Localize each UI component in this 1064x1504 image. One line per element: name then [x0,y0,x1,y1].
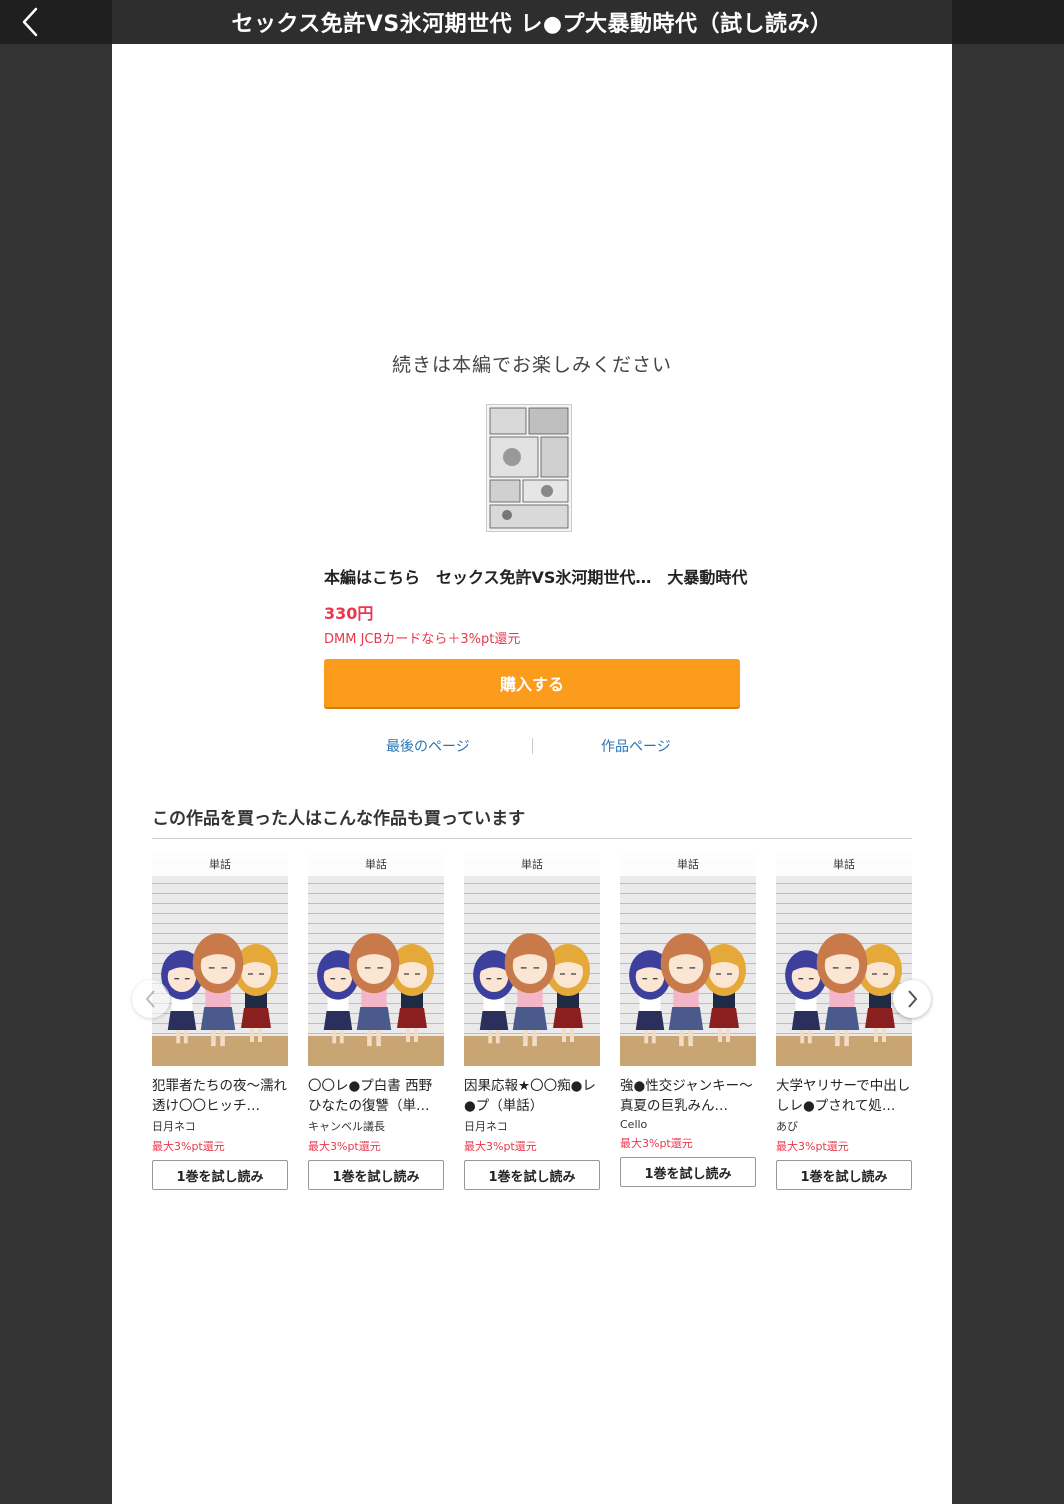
end-of-preview-message: 続きは本編でお楽しみください [391,354,672,376]
recommend-thumbnail[interactable]: 単話 [620,854,756,1066]
recommend-card: 単話 強●性交ジャンキー〜真夏の巨乳みん… Cello 最大3%pt還元 1巻を… [620,854,756,1187]
product-cover-image[interactable] [486,404,572,532]
footer-links: 最後のページ 作品ページ [324,736,740,756]
trial-read-button[interactable]: 1巻を試し読み [620,1157,756,1187]
recommend-thumbnail[interactable]: 単話 [308,854,444,1066]
title-area: セックス免許VS氷河期世代 レ●プ大暴動時代（試し読み） [112,0,952,44]
recommend-point: 最大3%pt還元 [308,1140,381,1153]
trial-read-button[interactable]: 1巻を試し読み [152,1160,288,1190]
work-page-link[interactable]: 作品ページ [601,736,671,756]
recommend-title[interactable]: 強●性交ジャンキー〜真夏の巨乳みん… [620,1076,756,1116]
recommend-author[interactable]: キャンベル議長 [308,1118,444,1134]
recommend-title[interactable]: 因果応報★〇〇痴●レ●プ（単話） [464,1076,600,1116]
characters-illustration [317,933,434,1047]
chevron-right-icon [908,990,918,1008]
characters-illustration [473,933,590,1047]
last-page-link[interactable]: 最後のページ [386,736,470,756]
page-title: セックス免許VS氷河期世代 レ●プ大暴動時代（試し読み） [231,12,833,37]
recommend-heading: この作品を買った人はこんな作品も買っています [152,809,526,829]
trial-read-button[interactable]: 1巻を試し読み [464,1160,600,1190]
chevron-left-icon [145,990,155,1008]
format-badge: 単話 [308,854,444,876]
format-badge: 単話 [776,854,912,876]
recommend-title[interactable]: 犯罪者たちの夜〜濡れ透け〇〇ヒッチ… [152,1076,288,1116]
recommend-author[interactable]: 日月ネコ [152,1118,288,1134]
point-note: DMM JCBカードなら＋3%pt還元 [324,632,521,647]
characters-illustration [629,933,746,1047]
format-badge: 単話 [464,854,600,876]
recommend-card: 単話 因果応報★〇〇痴●レ●プ（単話） 日月ネコ 最大3%pt還元 1巻を試し読… [464,854,600,1190]
recommend-card: 単話 犯罪者たちの夜〜濡れ透け〇〇ヒッチ… 日月ネコ 最大3%pt還元 1巻を試… [152,854,288,1190]
characters-illustration [161,933,278,1047]
trial-read-button[interactable]: 1巻を試し読み [308,1160,444,1190]
carousel-next-button[interactable] [893,980,931,1018]
recommend-author[interactable]: あび [776,1118,912,1134]
recommend-thumbnail[interactable]: 単話 [152,854,288,1066]
recommend-point: 最大3%pt還元 [464,1140,537,1153]
recommend-thumbnail[interactable]: 単話 [464,854,600,1066]
recommend-point: 最大3%pt還元 [620,1137,693,1150]
recommend-author[interactable]: 日月ネコ [464,1118,600,1134]
characters-illustration [785,933,902,1047]
recommend-author[interactable]: Cello [620,1118,756,1131]
link-divider [532,738,533,754]
chevron-left-icon [22,7,38,37]
recommend-card: 単話 〇〇レ●プ白書 西野ひなたの復讐（単… キャンベル議長 最大3%pt還元 … [308,854,444,1190]
recommend-card: 単話 大学ヤリサーで中出ししレ●プされて処… あび 最大3%pt還元 1巻を試し… [776,854,912,1190]
recommend-divider [152,838,912,839]
recommend-title[interactable]: 〇〇レ●プ白書 西野ひなたの復讐（単… [308,1076,444,1116]
product-price: 330円 [324,604,374,623]
recommend-thumbnail[interactable]: 単話 [776,854,912,1066]
recommend-point: 最大3%pt還元 [776,1140,849,1153]
top-bar: セックス免許VS氷河期世代 レ●プ大暴動時代（試し読み） [0,0,1064,44]
recommend-title[interactable]: 大学ヤリサーで中出ししレ●プされて処… [776,1076,912,1116]
format-badge: 単話 [620,854,756,876]
format-badge: 単話 [152,854,288,876]
buy-button[interactable]: 購入する [324,659,740,707]
back-button[interactable] [10,6,50,38]
carousel-prev-button[interactable] [132,980,170,1018]
trial-read-button[interactable]: 1巻を試し読み [776,1160,912,1190]
recommend-point: 最大3%pt還元 [152,1140,225,1153]
recommend-carousel: 単話 犯罪者たちの夜〜濡れ透け〇〇ヒッチ… 日月ネコ 最大3%pt還元 1巻を試… [132,854,931,1204]
viewer-panel: 続きは本編でお楽しみください 本編はこちら セックス免許VS氷河期世代… 大暴動… [112,44,952,1504]
product-title[interactable]: 本編はこちら セックス免許VS氷河期世代… 大暴動時代 [324,564,747,588]
